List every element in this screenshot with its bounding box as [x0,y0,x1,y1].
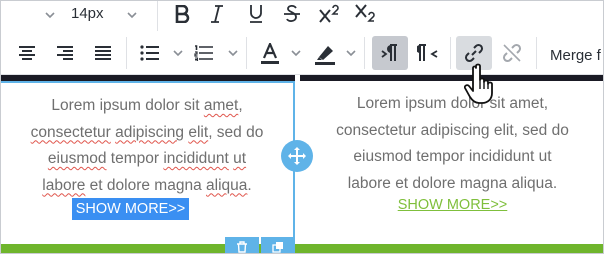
rtl-icon [417,44,438,61]
italic-icon [211,5,223,23]
body-text-left[interactable]: Lorem ipsum dolor sit amet, consectetur … [1,93,293,199]
superscript-icon [319,4,339,23]
rtl-direction-button[interactable] [414,40,442,66]
strikethrough-button[interactable] [280,1,304,27]
copy-icon [272,242,283,253]
ltr-icon [381,44,397,61]
text-color-icon [261,43,279,64]
merge-fields-dropdown[interactable]: Merge f [550,47,601,64]
link-icon [464,43,484,63]
chevron-down-icon[interactable] [127,12,137,19]
numbered-list-button[interactable] [192,41,216,65]
green-section-bar [1,244,603,253]
chevron-down-icon[interactable] [228,50,238,57]
show-more-link[interactable]: SHOW MORE>> [300,197,603,213]
ltr-direction-button[interactable] [372,36,408,70]
toolbar-row-formatting: 14px [1,1,603,31]
divider [157,1,158,31]
divider [536,37,537,69]
divider [126,37,127,69]
editor-frame: 14px Merge f Lorem ipsum dolor sit amet,… [0,0,604,254]
body-text-right[interactable]: Lorem ipsum dolor sit amet, consectetur … [300,91,603,197]
divider [246,37,247,69]
bold-icon [175,5,190,23]
bullet-list-button[interactable] [138,41,162,65]
chevron-down-icon[interactable] [45,12,55,19]
show-more-button[interactable]: SHOW MORE>> [72,198,189,220]
underline-icon [250,5,262,23]
divider [364,37,365,69]
duplicate-block-button[interactable] [261,237,295,253]
move-handle[interactable] [281,140,313,172]
text-color-button[interactable] [258,41,282,67]
trash-icon [237,241,247,253]
unlink-button[interactable] [498,40,526,66]
numbered-list-icon [194,45,213,61]
highlight-button[interactable] [312,41,338,67]
delete-block-button[interactable] [225,237,259,253]
divider [450,37,451,69]
align-center-button[interactable] [15,41,39,65]
strikethrough-icon [284,4,300,22]
toolbar-row-paragraph [1,31,603,75]
font-size-select[interactable]: 14px [71,5,104,22]
align-right-icon [57,46,73,60]
bullet-list-icon [140,45,159,61]
chevron-down-icon[interactable] [173,50,183,57]
highlight-icon [315,46,335,65]
align-right-button[interactable] [53,41,77,65]
chevron-down-icon[interactable] [291,50,301,57]
move-arrows-icon [288,147,306,165]
underline-button[interactable] [244,1,268,27]
superscript-button[interactable] [317,1,343,27]
italic-button[interactable] [205,1,229,27]
bold-button[interactable] [169,1,195,27]
align-center-icon [19,46,35,60]
subscript-icon [355,4,375,22]
content-block-left[interactable]: Lorem ipsum dolor sit amet, consectetur … [1,81,295,246]
subscript-button[interactable] [353,1,379,27]
align-justify-icon [95,46,111,60]
hand-pointer-cursor-icon [464,63,493,104]
unlink-icon [502,43,522,63]
content-block-right[interactable]: Lorem ipsum dolor sit amet, consectetur … [300,81,603,246]
chevron-down-icon[interactable] [346,50,356,57]
align-justify-button[interactable] [91,41,115,65]
